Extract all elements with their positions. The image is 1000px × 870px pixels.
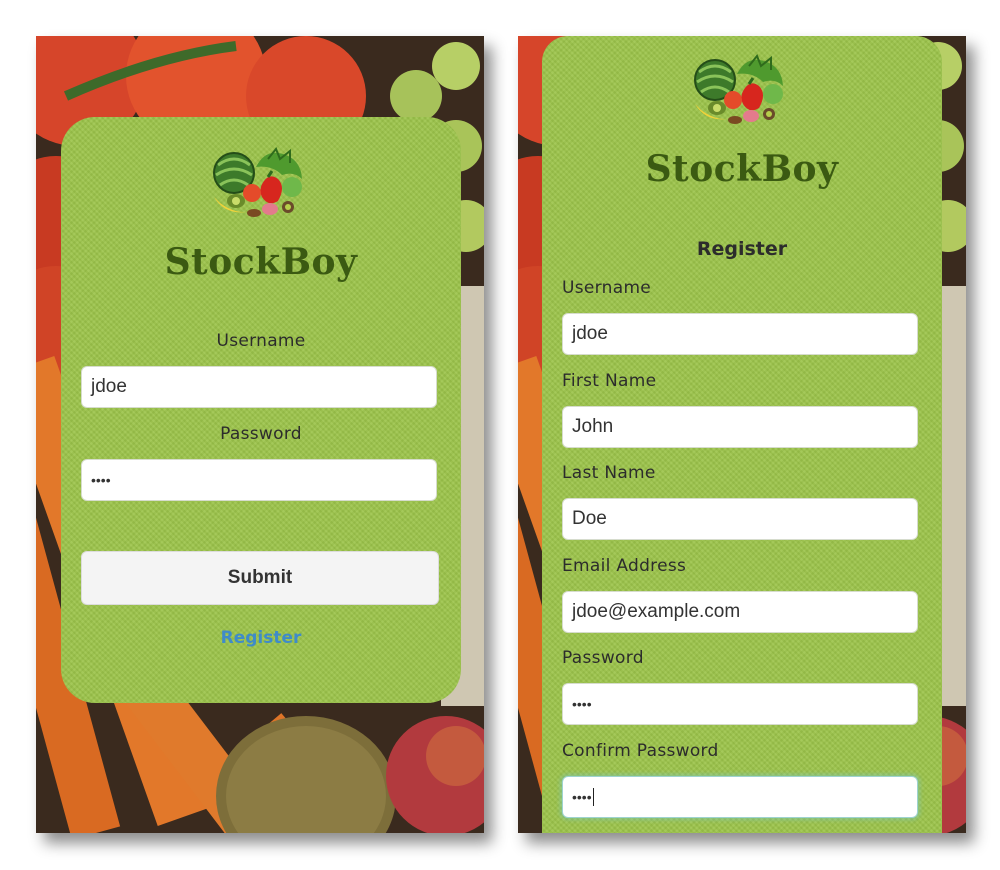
text-caret bbox=[592, 788, 594, 806]
password-label: Password bbox=[562, 648, 644, 668]
confirm-password-value: •••• bbox=[572, 789, 592, 805]
password-label: Password bbox=[220, 424, 302, 444]
password-input[interactable]: •••• bbox=[562, 683, 918, 725]
username-label: Username bbox=[562, 278, 652, 298]
username-label: Username bbox=[216, 331, 306, 351]
password-input[interactable]: •••• bbox=[81, 459, 437, 501]
last-name-input[interactable]: Doe bbox=[562, 498, 918, 540]
register-screen: StockBoy Register Username jdoe First Na… bbox=[518, 36, 966, 833]
brand-title: StockBoy bbox=[645, 148, 839, 190]
first-name-input[interactable]: John bbox=[562, 406, 918, 448]
last-name-label: Last Name bbox=[562, 463, 656, 483]
login-screen: StockBoy Username jdoe Password •••• Sub… bbox=[36, 36, 484, 833]
email-input[interactable]: jdoe@example.com bbox=[562, 591, 918, 633]
register-card: StockBoy Register Username jdoe First Na… bbox=[542, 36, 942, 833]
email-label: Email Address bbox=[562, 556, 687, 576]
vegetables-basket-icon bbox=[687, 52, 797, 132]
username-input[interactable]: jdoe bbox=[81, 366, 437, 408]
confirm-password-label: Confirm Password bbox=[562, 741, 719, 761]
brand-title: StockBoy bbox=[164, 241, 358, 283]
submit-button[interactable]: Submit bbox=[81, 551, 439, 605]
register-link[interactable]: Register bbox=[61, 628, 461, 648]
register-heading: Register bbox=[696, 238, 788, 260]
first-name-label: First Name bbox=[562, 371, 657, 391]
confirm-password-input[interactable]: •••• bbox=[562, 776, 918, 818]
login-card: StockBoy Username jdoe Password •••• Sub… bbox=[61, 117, 461, 703]
username-input[interactable]: jdoe bbox=[562, 313, 918, 355]
vegetables-basket-icon bbox=[206, 145, 316, 225]
